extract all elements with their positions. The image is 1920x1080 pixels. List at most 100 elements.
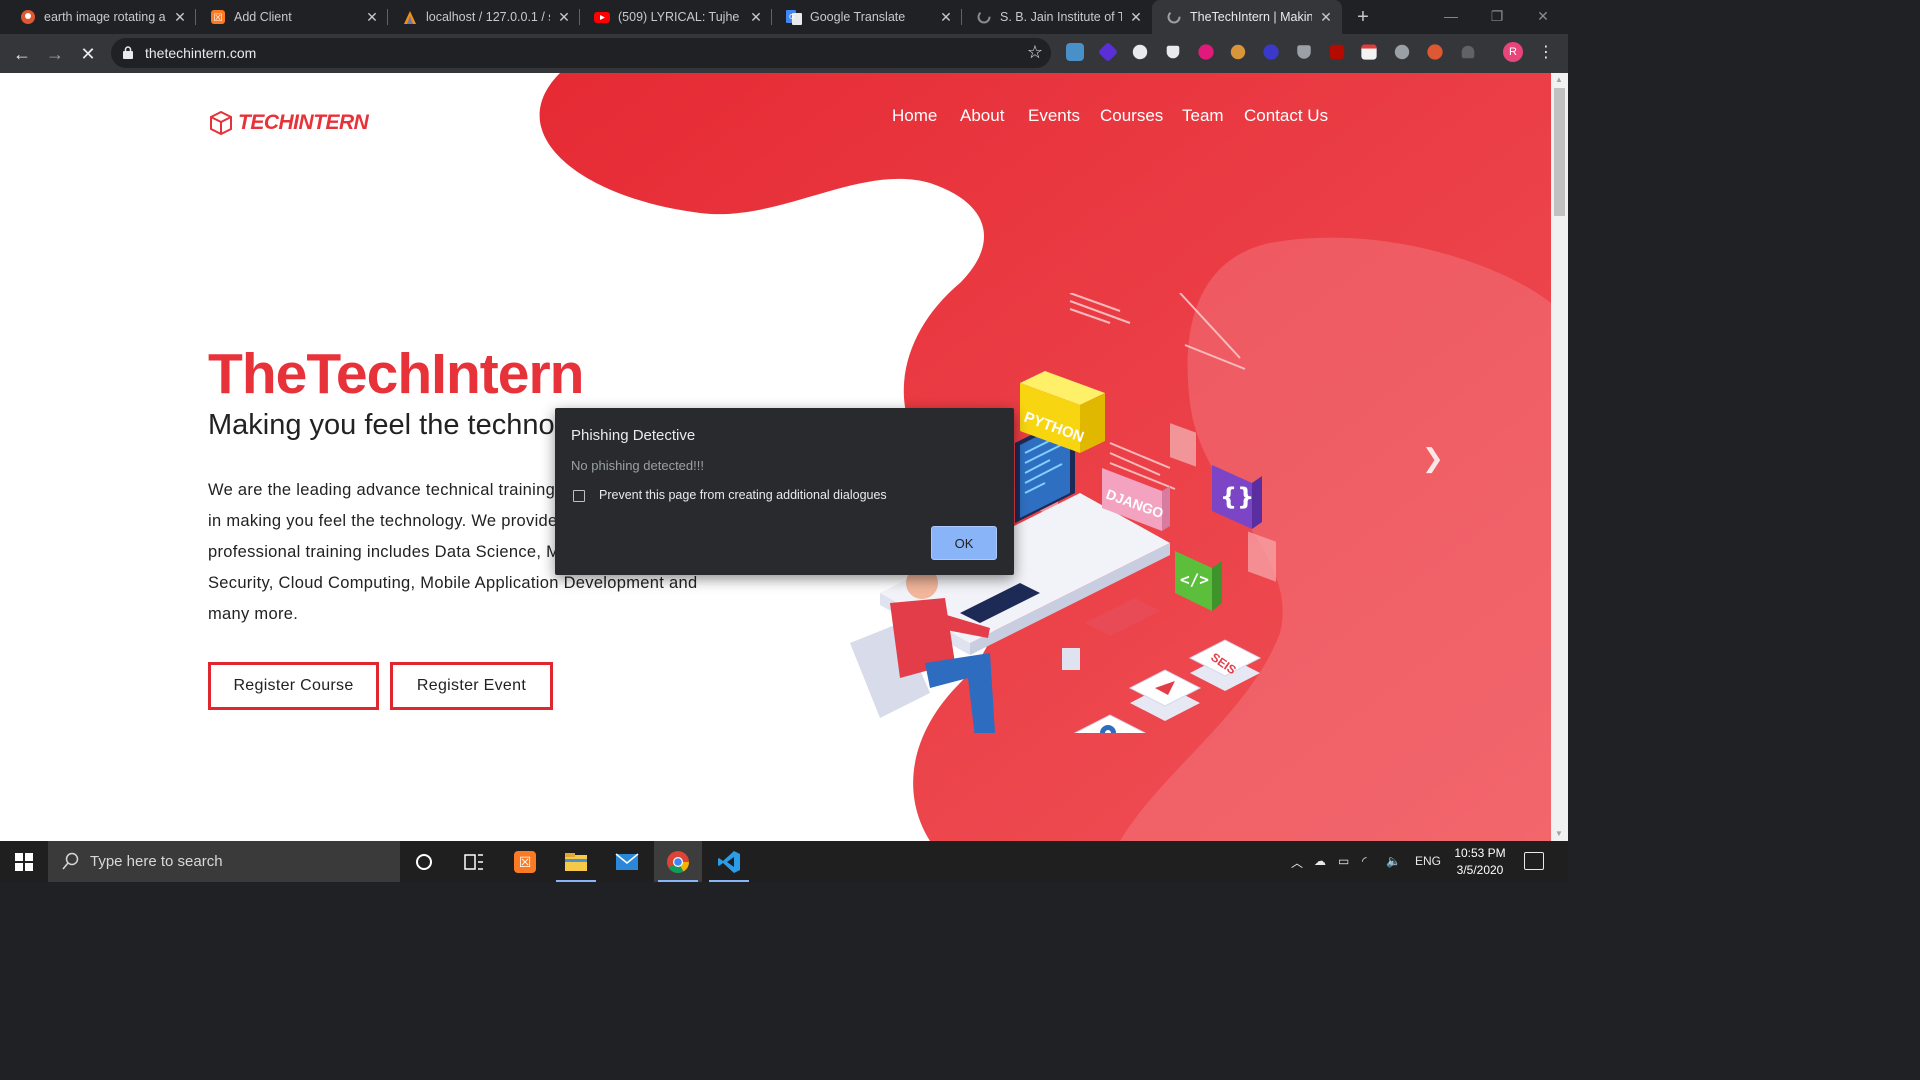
- dialog-title: Phishing Detective: [571, 427, 696, 444]
- extension-icon[interactable]: [1263, 44, 1279, 60]
- new-tab-button[interactable]: +: [1352, 6, 1374, 28]
- cube-logo-icon: [210, 110, 232, 136]
- tab-add-client[interactable]: ☒ Add Client ✕: [196, 0, 388, 34]
- task-view-button[interactable]: [450, 841, 498, 882]
- extension-icon[interactable]: [1132, 44, 1148, 60]
- gear-tile-stack: [1073, 714, 1147, 733]
- clock-date: 3/5/2020: [1456, 863, 1504, 877]
- register-event-button[interactable]: Register Event: [390, 662, 553, 710]
- notebook: [1085, 598, 1160, 636]
- close-icon[interactable]: ✕: [364, 9, 380, 25]
- code-label: </>: [1180, 570, 1209, 589]
- restore-button[interactable]: ❐: [1474, 4, 1520, 28]
- close-icon[interactable]: ✕: [556, 9, 572, 25]
- web-page: TECHINTERN Home About Events Courses Tea…: [0, 73, 1551, 841]
- cortana-button[interactable]: [400, 841, 448, 882]
- extension-icon[interactable]: [1461, 45, 1475, 59]
- mail-icon: [615, 852, 639, 870]
- close-window-button[interactable]: ✕: [1520, 4, 1566, 28]
- bookmark-star-icon[interactable]: ☆: [1027, 42, 1043, 63]
- taskbar-mail[interactable]: [603, 841, 651, 882]
- code-block-side: [1212, 561, 1222, 611]
- page-scrollbar[interactable]: ▲ ▼: [1551, 73, 1568, 841]
- language-indicator[interactable]: ENG: [1415, 854, 1441, 868]
- windows-taskbar: Type here to search ☒ ︿ ☁ ▭ ◜ 🔈 ENG 10:5…: [0, 841, 1568, 882]
- coffee-mug: [1062, 648, 1080, 670]
- braces-label: {}: [1220, 483, 1254, 511]
- taskbar-chrome[interactable]: [654, 841, 702, 882]
- tab-title: Google Translate: [810, 10, 906, 24]
- extension-icon[interactable]: [1166, 45, 1180, 59]
- duckduckgo-icon: [20, 9, 36, 25]
- scrollbar-thumb[interactable]: [1554, 88, 1565, 216]
- scroll-down-arrow-icon[interactable]: ▼: [1555, 829, 1563, 838]
- tab-phpmyadmin[interactable]: localhost / 127.0.0.1 / s ✕: [388, 0, 580, 34]
- shield-icon[interactable]: [1297, 45, 1311, 59]
- tab-title: TheTechIntern | Making: [1190, 10, 1312, 24]
- site-logo[interactable]: TECHINTERN: [208, 110, 369, 136]
- action-center-icon[interactable]: [1524, 852, 1544, 870]
- stop-loading-button[interactable]: ✕: [76, 42, 100, 66]
- wifi-icon[interactable]: ◜: [1362, 854, 1367, 868]
- forward-button[interactable]: →: [43, 42, 67, 66]
- close-icon[interactable]: ✕: [938, 9, 954, 25]
- loading-icon: [976, 9, 992, 25]
- tab-title: localhost / 127.0.0.1 / s: [426, 10, 550, 24]
- onedrive-cloud-icon[interactable]: ☁: [1314, 854, 1326, 868]
- ok-button[interactable]: OK: [931, 526, 997, 560]
- svg-text:☒: ☒: [519, 855, 532, 871]
- nav-about[interactable]: About: [960, 106, 1004, 126]
- taskbar-xampp[interactable]: ☒: [501, 841, 549, 882]
- nav-team[interactable]: Team: [1182, 106, 1224, 126]
- gear-icon[interactable]: [1394, 44, 1410, 60]
- close-icon[interactable]: ✕: [1318, 9, 1334, 25]
- address-bar[interactable]: thetechintern.com ☆: [111, 38, 1051, 68]
- taskbar-file-explorer[interactable]: [552, 841, 600, 882]
- hero-subtitle: Making you feel the technology: [208, 409, 608, 441]
- start-button[interactable]: [0, 841, 48, 882]
- minimize-button[interactable]: —: [1428, 4, 1474, 28]
- close-icon[interactable]: ✕: [172, 9, 188, 25]
- chrome-menu-icon[interactable]: ⋮: [1538, 42, 1554, 62]
- nav-events[interactable]: Events: [1028, 106, 1080, 126]
- extension-icon[interactable]: [1361, 44, 1377, 60]
- tab-earth-image[interactable]: earth image rotating a ✕: [6, 0, 196, 34]
- nav-contact-us[interactable]: Contact Us: [1244, 106, 1328, 126]
- svg-text:G: G: [789, 13, 794, 21]
- tab-google-translate[interactable]: G Google Translate ✕: [772, 0, 962, 34]
- volume-icon[interactable]: 🔈: [1386, 854, 1401, 868]
- tab-title: earth image rotating a: [44, 10, 166, 24]
- taskbar-search-box[interactable]: Type here to search: [48, 841, 400, 882]
- scroll-up-arrow-icon[interactable]: ▲: [1555, 75, 1563, 84]
- taskbar-vscode[interactable]: [705, 841, 753, 882]
- extension-icon[interactable]: [1066, 43, 1084, 61]
- prevent-dialogs-checkbox[interactable]: [573, 490, 585, 502]
- show-hidden-icons-chevron-icon[interactable]: ︿: [1291, 854, 1303, 871]
- chrome-icon: [667, 850, 689, 873]
- search-placeholder: Type here to search: [90, 853, 223, 870]
- nav-home[interactable]: Home: [892, 106, 937, 126]
- tab-sb-jain[interactable]: S. B. Jain Institute of Te ✕: [962, 0, 1152, 34]
- duckduckgo-icon[interactable]: [1427, 44, 1443, 60]
- register-course-button[interactable]: Register Course: [208, 662, 379, 710]
- system-clock[interactable]: 10:53 PM 3/5/2020: [1446, 845, 1514, 879]
- extension-icon[interactable]: [1097, 41, 1119, 63]
- tab-techintern[interactable]: TheTechIntern | Making ✕: [1152, 0, 1342, 34]
- close-icon[interactable]: ✕: [1128, 9, 1144, 25]
- back-button[interactable]: ←: [10, 42, 34, 66]
- pdf-icon[interactable]: [1329, 44, 1345, 60]
- xampp-icon: ☒: [210, 9, 226, 25]
- close-icon[interactable]: ✕: [748, 9, 764, 25]
- tab-title: Add Client: [234, 10, 292, 24]
- battery-icon[interactable]: ▭: [1338, 854, 1349, 868]
- extension-icon[interactable]: [1198, 44, 1214, 60]
- slider-next-arrow-icon[interactable]: ❯: [1422, 443, 1444, 474]
- cookie-icon[interactable]: [1230, 44, 1246, 60]
- dialog-message: No phishing detected!!!: [571, 458, 704, 473]
- nav-courses[interactable]: Courses: [1100, 106, 1163, 126]
- vscode-icon: [718, 850, 740, 873]
- prevent-dialogs-label[interactable]: Prevent this page from creating addition…: [599, 488, 887, 502]
- profile-avatar[interactable]: R: [1503, 42, 1523, 62]
- tab-youtube[interactable]: (509) LYRICAL: Tujhe Ki ✕: [580, 0, 772, 34]
- person-pants: [925, 653, 995, 733]
